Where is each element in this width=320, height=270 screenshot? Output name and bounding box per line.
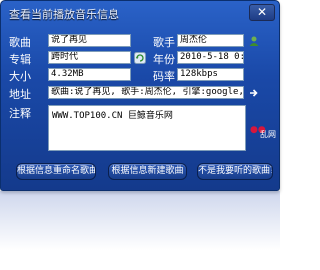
song-field[interactable]: 说了再见 xyxy=(48,34,131,47)
album-field[interactable]: 跨时代 xyxy=(48,51,131,64)
site-logo: ●● 乱网 xyxy=(250,125,276,145)
go-arrow-icon[interactable] xyxy=(248,87,260,99)
logo-text: 乱网 xyxy=(260,130,276,139)
bitrate-field[interactable]: 128kbps xyxy=(177,68,244,81)
address-field[interactable]: 歌曲:说了再见, 歌手:周杰伦, 引擎:google, 来源 xyxy=(48,86,244,99)
year-label: 年份 xyxy=(153,53,175,66)
rename-by-info-button[interactable]: 根据信息重命名歌曲 xyxy=(16,163,96,180)
user-icon[interactable] xyxy=(248,35,260,47)
song-label: 歌曲 xyxy=(9,36,31,49)
window-reflection xyxy=(0,191,280,270)
music-info-window: 查看当前播放音乐信息 ✕ 歌曲 说了再见 歌手 周杰伦 专辑 跨时代 年份 20… xyxy=(0,0,280,191)
close-button[interactable]: ✕ xyxy=(249,4,275,21)
year-field[interactable]: 2010-5-18 0:00 xyxy=(177,51,244,64)
album-label: 专辑 xyxy=(9,53,31,66)
size-field[interactable]: 4.32MB xyxy=(48,68,131,81)
artist-label: 歌手 xyxy=(153,36,175,49)
artist-field[interactable]: 周杰伦 xyxy=(177,34,244,47)
size-label: 大小 xyxy=(9,70,31,83)
bitrate-label: 码率 xyxy=(153,70,175,83)
refresh-icon[interactable] xyxy=(134,52,146,64)
title-bar[interactable]: 查看当前播放音乐信息 ✕ xyxy=(1,1,279,27)
window-title: 查看当前播放音乐信息 xyxy=(9,8,119,21)
close-icon: ✕ xyxy=(256,5,268,19)
not-wanted-song-button[interactable]: 不是我要听的歌曲？ xyxy=(197,163,273,180)
notes-textarea[interactable]: WWW.TOP100.CN 巨鲸音乐网 xyxy=(48,105,246,151)
create-song-by-info-button[interactable]: 根据信息新建歌曲 xyxy=(108,163,187,180)
notes-label: 注释 xyxy=(9,107,31,120)
address-label: 地址 xyxy=(9,88,31,101)
